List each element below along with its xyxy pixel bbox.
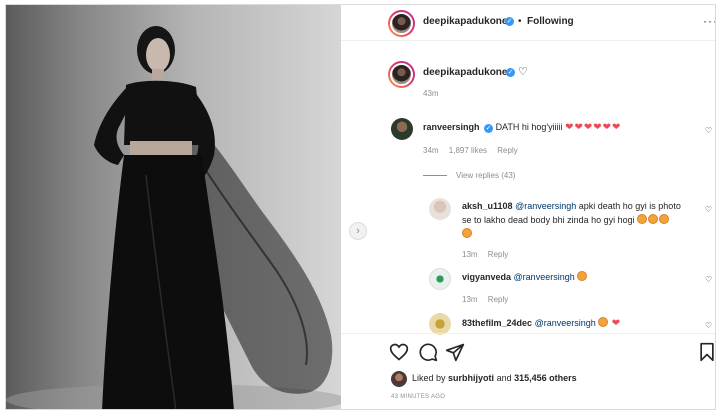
caption-verified-badge-icon: ✓ — [506, 68, 515, 77]
view-replies-line — [423, 175, 447, 176]
comment-icon[interactable] — [418, 342, 438, 362]
post-image[interactable] — [6, 5, 341, 409]
author-avatar[interactable] — [388, 10, 415, 37]
post-modal: › deepikapadukone ✓ • Following ··· deep… — [5, 4, 716, 410]
flushed-emoji — [598, 317, 609, 327]
reply-meta: 13m Reply — [462, 250, 508, 259]
reply-text: 83thefilm_24dec @ranveersingh ❤ — [462, 317, 621, 329]
reply-avatar[interactable] — [429, 268, 451, 290]
liked-by-prefix: Liked by — [412, 373, 446, 383]
reply-meta: 13m Reply — [462, 295, 508, 304]
comment-verified-badge-icon: ✓ — [484, 124, 494, 133]
heart-eyes-emoji — [462, 228, 472, 238]
liked-by-and: and — [496, 373, 512, 383]
reply-like-heart-icon[interactable]: ♡ — [705, 321, 712, 330]
reply-text: aksh_u1108 @ranveersingh apki death ho g… — [462, 199, 681, 241]
reply-username[interactable]: aksh_u1108 — [462, 201, 513, 211]
follow-status-button[interactable]: Following — [527, 16, 574, 27]
caption-time: 43m — [423, 89, 439, 98]
reply-like-heart-icon[interactable]: ♡ — [705, 205, 712, 214]
verified-badge-icon: ✓ — [505, 17, 514, 26]
author-username[interactable]: deepikapadukone — [423, 16, 507, 27]
reply-text: vigyanveda @ranveersingh — [462, 271, 588, 282]
reply-body-line2: se to lakho dead body bhi zinda ho gyi h… — [462, 215, 635, 225]
reply-mention[interactable]: @ranveersingh — [535, 318, 596, 328]
reply-time: 13m — [462, 295, 478, 304]
reply-time: 13m — [462, 250, 478, 259]
caption-heart-icon[interactable]: ♡ — [518, 65, 528, 78]
share-icon[interactable] — [445, 342, 465, 362]
reply-heart: ❤ — [611, 318, 622, 329]
liker-avatar[interactable] — [391, 371, 407, 387]
post-photo-figure — [6, 26, 341, 409]
comment-avatar[interactable] — [391, 118, 413, 140]
top-comment-text: ranveersingh ✓ DATH hi hog'yiiiii ❤❤❤❤❤❤ — [423, 122, 621, 133]
reply-username[interactable]: vigyanveda — [462, 272, 511, 282]
reply-avatar[interactable] — [429, 198, 451, 220]
reply-mention[interactable]: @ranveersingh — [515, 201, 576, 211]
heart-icon[interactable] — [389, 342, 409, 362]
reply-body-line1: apki death ho gyi is photo — [578, 201, 681, 211]
caption-username[interactable]: deepikapadukone — [423, 67, 507, 78]
reply-like-heart-icon[interactable]: ♡ — [705, 275, 712, 284]
heart-eyes-emoji — [637, 214, 648, 224]
comment-likes[interactable]: 1,897 likes — [449, 146, 487, 155]
comment-hearts: ❤❤❤❤❤❤ — [565, 122, 622, 133]
hands-emoji — [577, 271, 588, 281]
heart-eyes-emoji — [648, 214, 659, 224]
comment-body: DATH hi hog'yiiiii — [495, 122, 563, 132]
heart-eyes-emoji — [659, 214, 670, 224]
comment-username[interactable]: ranveersingh — [423, 122, 480, 132]
others-count[interactable]: 315,456 others — [514, 373, 577, 383]
liker-username[interactable]: surbhijyoti — [448, 373, 494, 383]
caption-avatar[interactable] — [388, 61, 415, 88]
reply-mention[interactable]: @ranveersingh — [514, 272, 575, 282]
post-details-panel: deepikapadukone ✓ • Following ··· deepik… — [341, 5, 716, 409]
view-replies-button[interactable]: View replies (43) — [456, 171, 515, 180]
comment-time: 34m — [423, 146, 439, 155]
separator-dot: • — [518, 16, 522, 27]
reply-reply-button[interactable]: Reply — [488, 295, 508, 304]
comment-like-heart-icon[interactable]: ♡ — [705, 126, 712, 135]
likes-summary: Liked by surbhijyoti and 315,456 others — [412, 373, 577, 383]
post-timestamp: 43 MINUTES AGO — [391, 394, 446, 400]
bookmark-icon[interactable] — [697, 342, 716, 362]
more-options-icon[interactable]: ··· — [703, 14, 715, 28]
action-bar — [341, 333, 716, 369]
comment-meta: 34m 1,897 likes Reply — [423, 146, 518, 155]
reply-avatar[interactable] — [429, 313, 451, 335]
comment-reply-button[interactable]: Reply — [497, 146, 517, 155]
post-header: deepikapadukone ✓ • Following ··· — [341, 5, 715, 41]
reply-username[interactable]: 83thefilm_24dec — [462, 318, 532, 328]
reply-reply-button[interactable]: Reply — [488, 250, 508, 259]
